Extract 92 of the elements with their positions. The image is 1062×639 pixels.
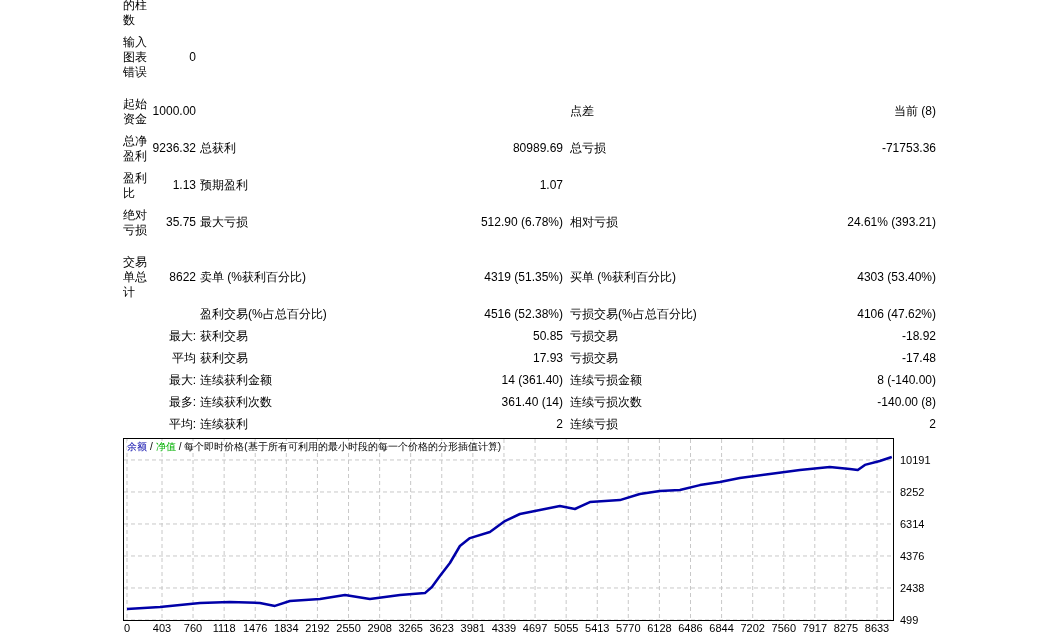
x-tick-label: 6844 bbox=[709, 622, 734, 633]
field-label: 总获利 bbox=[200, 141, 236, 155]
field-label: 预期盈利 bbox=[200, 178, 248, 192]
x-tick-label: 6128 bbox=[647, 622, 672, 633]
row-label: 起始资金 bbox=[123, 96, 147, 126]
row-label: 总净盈利 bbox=[123, 133, 147, 163]
field-value: 4319 (51.35%) bbox=[484, 269, 563, 284]
row-value: 最大: bbox=[168, 328, 196, 343]
field-label: 卖单 (%获利百分比) bbox=[200, 269, 306, 284]
x-tick-label: 5055 bbox=[553, 622, 579, 633]
field-label: 获利交易 bbox=[200, 350, 248, 365]
row-value: 8622 bbox=[169, 269, 196, 284]
field-value: 50.85 bbox=[532, 328, 563, 343]
row-value: 最大: bbox=[168, 372, 196, 387]
field-label: 连续亏损 bbox=[570, 416, 618, 431]
x-tick-label: 1118 bbox=[212, 622, 236, 633]
row-label: 盈利比 bbox=[123, 170, 147, 200]
x-tick-label: 2908 bbox=[367, 622, 392, 633]
row-value: 9236.32 bbox=[152, 141, 196, 155]
field-label: 最大亏损 bbox=[200, 215, 248, 229]
x-tick-label: 7202 bbox=[740, 622, 765, 633]
field-label: 相对亏损 bbox=[570, 215, 618, 229]
legend-text: / bbox=[150, 441, 153, 453]
x-tick-label: 5413 bbox=[585, 622, 610, 633]
y-tick-label: 4376 bbox=[900, 550, 925, 562]
field-value: -18.92 bbox=[901, 328, 936, 343]
row-label: 绝对亏损 bbox=[123, 207, 147, 237]
field-label: 获利交易 bbox=[200, 328, 248, 343]
field-value: 当前 (8) bbox=[894, 104, 936, 118]
field-label: 连续亏损金额 bbox=[570, 372, 642, 387]
field-label: 盈利交易(%占总百分比) bbox=[200, 306, 327, 321]
field-value: 4106 (47.62%) bbox=[857, 306, 936, 321]
field-label: 亏损交易(%占总百分比) bbox=[570, 306, 697, 321]
field-label: 点差 bbox=[570, 104, 594, 118]
field-label: 买单 (%获利百分比) bbox=[570, 269, 676, 284]
field-value: 512.90 (6.78%) bbox=[480, 215, 563, 229]
x-tick-label: 3623 bbox=[429, 622, 454, 633]
x-tick-label: 6486 bbox=[678, 622, 703, 633]
field-value: 14 (361.40) bbox=[501, 372, 563, 387]
row-value: 1.13 bbox=[172, 178, 196, 192]
x-tick-label: 3265 bbox=[398, 622, 423, 633]
x-tick-label: 4697 bbox=[522, 622, 548, 633]
field-value: 4516 (52.38%) bbox=[484, 306, 563, 321]
x-tick-label: 0 bbox=[123, 622, 131, 633]
legend-text: / 每个即时价格(基于所有可利用的最小时段的每一个价格的分形插值计算) bbox=[178, 441, 501, 453]
field-value: 24.61% (393.21) bbox=[847, 215, 936, 229]
field-value: -17.48 bbox=[901, 350, 936, 365]
row-label: 输入图表错误 bbox=[123, 34, 147, 79]
y-tick-label: 10191 bbox=[900, 453, 931, 466]
y-tick-label: 8252 bbox=[900, 486, 925, 498]
field-label: 连续获利 bbox=[200, 416, 248, 431]
field-value: 2 bbox=[556, 416, 563, 431]
legend-series-name: 净值 bbox=[155, 441, 176, 453]
field-value: 2 bbox=[929, 416, 936, 431]
row-value: 1000.00 bbox=[152, 104, 196, 118]
y-tick-label: 2438 bbox=[900, 582, 925, 594]
x-tick-label: 2550 bbox=[336, 622, 361, 633]
field-label: 总亏损 bbox=[570, 141, 606, 155]
field-value: 17.93 bbox=[532, 350, 563, 365]
x-tick-label: 7560 bbox=[771, 622, 797, 633]
field-value: 8 (-140.00) bbox=[877, 372, 936, 387]
field-value: 80989.69 bbox=[512, 141, 563, 155]
legend-series-name: 余额 bbox=[127, 441, 147, 453]
row-label: 交易单总计 bbox=[123, 254, 147, 299]
row-value: 0 bbox=[189, 49, 196, 64]
field-label: 亏损交易 bbox=[570, 328, 618, 343]
field-value: 1.07 bbox=[539, 178, 563, 192]
x-tick-label: 5770 bbox=[616, 622, 641, 633]
x-tick-label: 1476 bbox=[243, 622, 268, 633]
field-value: -140.00 (8) bbox=[877, 394, 936, 409]
row-value: 平均 bbox=[172, 350, 196, 365]
y-tick-label: 499 bbox=[900, 614, 919, 626]
row-value: 最多: bbox=[168, 394, 196, 409]
field-value: 361.40 (14) bbox=[501, 394, 563, 409]
x-tick-label: 1834 bbox=[274, 622, 299, 633]
x-tick-label: 8275 bbox=[833, 622, 859, 633]
row-value: 平均: bbox=[168, 416, 196, 431]
x-tick-label: 2192 bbox=[305, 622, 330, 633]
x-tick-label: 760 bbox=[183, 622, 203, 633]
field-value: 4303 (53.40%) bbox=[857, 269, 936, 284]
row-value: 35.75 bbox=[165, 215, 196, 229]
field-label: 连续亏损次数 bbox=[570, 394, 642, 409]
y-tick-label: 6314 bbox=[900, 518, 925, 530]
x-tick-label: 403 bbox=[152, 622, 172, 633]
x-tick-label: 8633 bbox=[864, 622, 890, 633]
field-label: 亏损交易 bbox=[570, 350, 618, 365]
field-value: -71753.36 bbox=[881, 141, 936, 155]
x-tick-label: 4339 bbox=[491, 622, 517, 633]
x-tick-label: 3981 bbox=[460, 622, 486, 633]
x-tick-label: 7917 bbox=[802, 622, 828, 633]
field-label: 连续获利次数 bbox=[200, 394, 272, 409]
field-label: 连续获利金额 bbox=[200, 372, 272, 387]
